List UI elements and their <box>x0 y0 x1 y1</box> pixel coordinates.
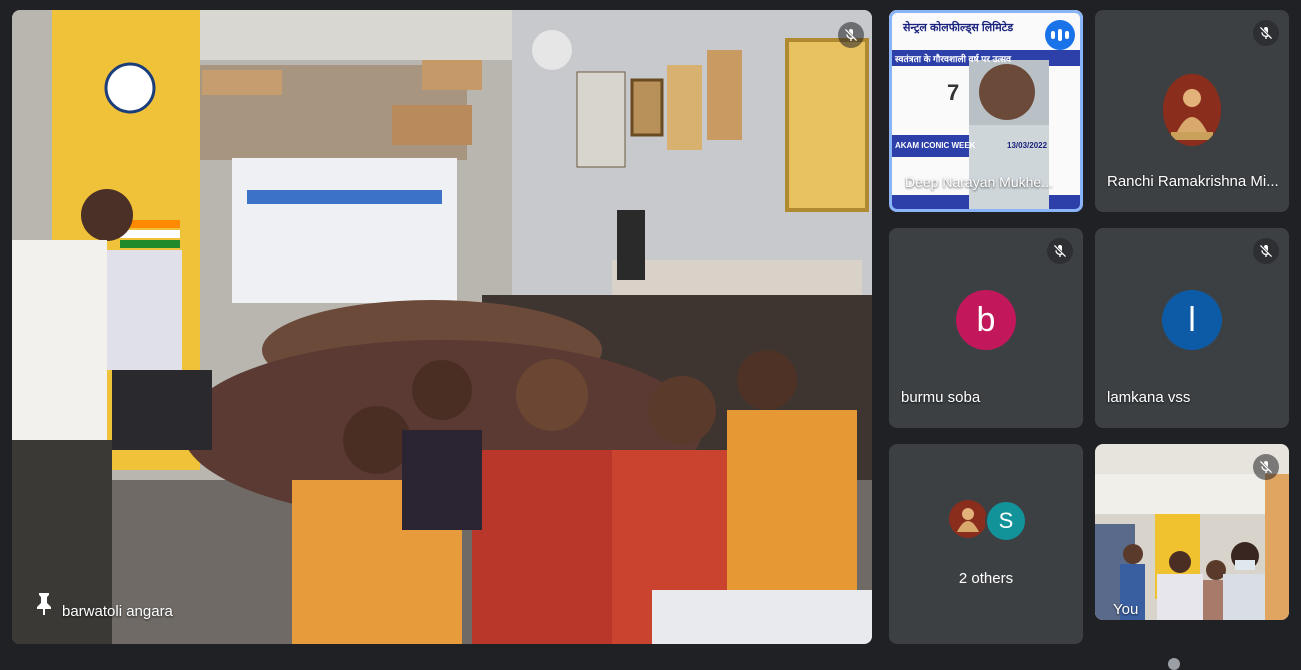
avatar: l <box>1162 290 1222 350</box>
participant-tile-others[interactable]: S 2 others <box>889 444 1083 644</box>
svg-text:7: 7 <box>947 80 959 105</box>
avatar <box>949 500 987 538</box>
mic-off-icon <box>1253 454 1279 480</box>
slide-badge: AKAM ICONIC WEEK <box>895 141 976 150</box>
mic-off-icon <box>1253 238 1279 264</box>
main-video-tile[interactable]: barwatoli angara <box>12 10 872 644</box>
participant-tile-burmu[interactable]: b burmu soba <box>889 228 1083 428</box>
slide-date: 13/03/2022 <box>1007 141 1048 150</box>
participant-name: lamkana vss <box>1107 389 1191 406</box>
audio-level-icon <box>1045 20 1075 50</box>
participant-tile-ranchi[interactable]: Ranchi Ramakrishna Mi... <box>1095 10 1289 212</box>
avatar: S <box>985 500 1027 542</box>
mic-off-icon <box>1047 238 1073 264</box>
participant-tile-lamkana[interactable]: l lamkana vss <box>1095 228 1289 428</box>
classroom-video-frame <box>12 10 872 644</box>
slide-line: स्वतंत्रता के गौरवशाली वर्ष पर उत्सव <box>895 54 1012 64</box>
participant-name: burmu soba <box>901 389 981 406</box>
participant-name: barwatoli angara <box>62 603 173 620</box>
bottom-indicator <box>1168 658 1180 670</box>
slide-title: सेन्ट्रल कोलफील्ड्स लिमिटेड <box>903 22 1014 34</box>
pin-icon[interactable] <box>36 593 52 620</box>
mic-off-icon <box>1253 20 1279 46</box>
participant-tile-deep[interactable]: 7 सेन्ट्रल कोलफील्ड्स लिमिटेड स्वतंत्रता… <box>889 10 1083 212</box>
participant-tile-you[interactable]: You <box>1095 444 1289 620</box>
avatar <box>1163 74 1221 146</box>
participant-name: You <box>1113 601 1139 618</box>
participant-name: Deep Narayan Mukhe... <box>905 174 1053 190</box>
others-label: 2 others <box>958 570 1014 587</box>
participant-name: Ranchi Ramakrishna Mi... <box>1107 173 1279 190</box>
self-video <box>1095 474 1289 620</box>
mic-off-icon <box>838 22 864 48</box>
avatar: b <box>956 290 1016 350</box>
